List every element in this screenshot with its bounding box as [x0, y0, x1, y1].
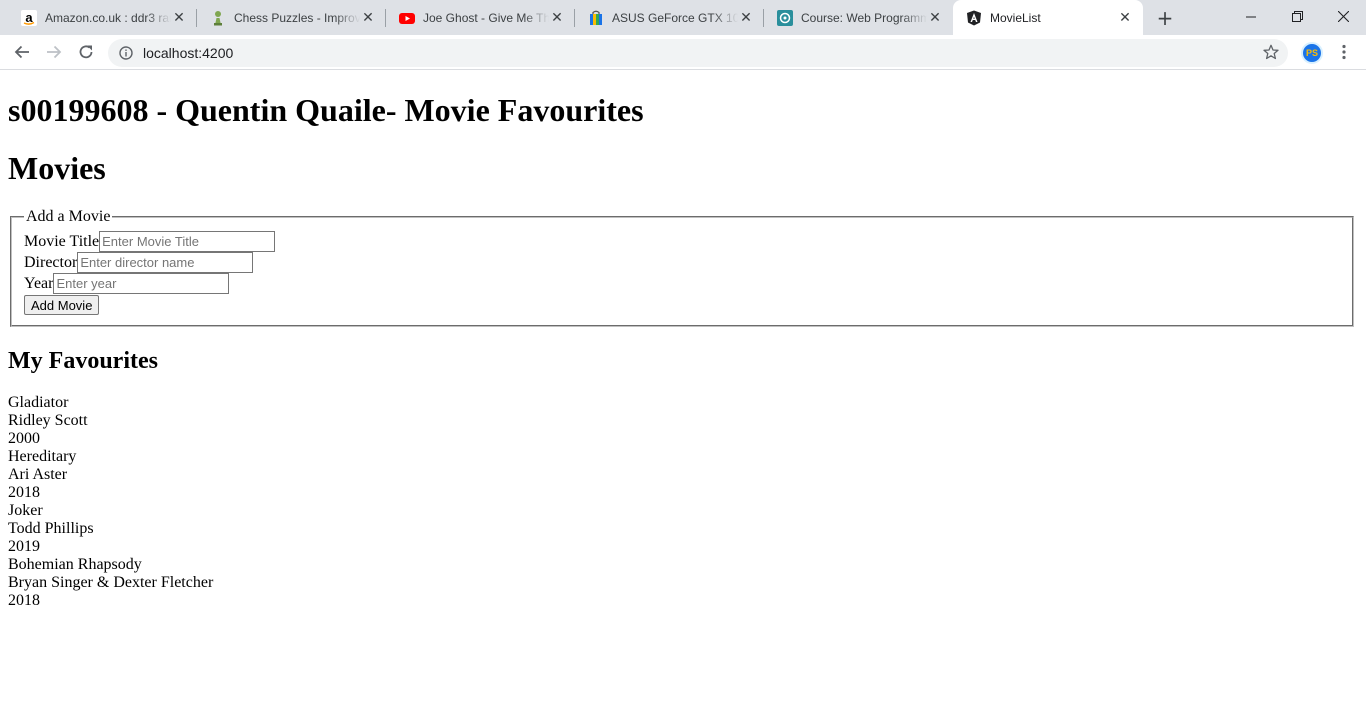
tab-title: Joe Ghost - Give Me That: [423, 10, 549, 25]
tab-amazon[interactable]: a Amazon.co.uk : ddr3 ram ✕: [8, 0, 197, 35]
restore-button[interactable]: [1274, 0, 1320, 33]
close-icon: [1337, 11, 1349, 22]
browser-toolbar: localhost:4200 PS: [0, 35, 1366, 70]
reload-icon: [79, 45, 93, 59]
tab-title: ASUS GeForce GTX 1050: [612, 10, 738, 25]
movie-title: Hereditary: [8, 448, 77, 465]
minimize-icon: [1246, 16, 1256, 17]
movie-title-input[interactable]: [99, 231, 276, 252]
director-label: Director: [24, 253, 78, 271]
year-row: Year: [24, 273, 1340, 294]
reload-button[interactable]: [74, 40, 98, 64]
year-input[interactable]: [53, 273, 230, 294]
youtube-icon: [399, 10, 415, 26]
info-icon[interactable]: [118, 45, 134, 61]
tab-title: Chess Puzzles - Improve: [234, 10, 360, 25]
close-icon[interactable]: ✕: [1117, 9, 1133, 26]
page-content: s00199608 - Quentin Quaile- Movie Favour…: [0, 92, 1366, 610]
back-button[interactable]: [10, 40, 34, 64]
movie-year: 2019: [8, 538, 40, 555]
arrow-right-icon: [47, 45, 62, 59]
tab-movielist[interactable]: MovieList ✕: [953, 0, 1143, 35]
shopping-bag-icon: [588, 10, 604, 26]
director-input[interactable]: [77, 252, 254, 273]
tab-course[interactable]: Course: Web Programming ✕: [764, 0, 953, 35]
tab-asus[interactable]: ASUS GeForce GTX 1050 ✕: [575, 0, 764, 35]
title-row: Movie Title: [24, 231, 1340, 252]
form-legend: Add a Movie: [26, 208, 111, 225]
amazon-icon: a: [21, 9, 37, 26]
close-icon[interactable]: ✕: [360, 9, 376, 26]
movie-director: Bryan Singer & Dexter Fletcher: [8, 574, 214, 591]
tab-youtube[interactable]: Joe Ghost - Give Me That ✕: [386, 0, 575, 35]
favourites-title: My Favourites: [8, 348, 158, 374]
movie-director: Ridley Scott: [8, 412, 88, 429]
tab-title: Amazon.co.uk : ddr3 ram: [45, 10, 171, 25]
section-title: Movies: [8, 150, 106, 186]
tab-strip: a Amazon.co.uk : ddr3 ram ✕ Chess Puzzle…: [0, 0, 1366, 35]
close-icon[interactable]: ✕: [549, 9, 565, 26]
close-icon[interactable]: ✕: [927, 9, 943, 26]
add-movie-button[interactable]: Add Movie: [24, 295, 100, 315]
close-window-button[interactable]: [1320, 0, 1366, 33]
movie-title: Gladiator: [8, 394, 69, 411]
tab-title: Course: Web Programming: [801, 10, 927, 25]
year-label: Year: [24, 274, 54, 292]
arrow-left-icon: [14, 45, 29, 59]
list-item: Joker Todd Phillips 2019: [8, 502, 1356, 556]
tab-title: MovieList: [990, 10, 1041, 25]
close-icon[interactable]: ✕: [738, 9, 754, 26]
director-row: Director: [24, 252, 1340, 273]
add-movie-form: Add a Movie Movie Title Director Year Ad…: [10, 208, 1354, 327]
movie-list: Gladiator Ridley Scott 2000 Hereditary A…: [8, 394, 1356, 610]
movie-title-label: Movie Title: [24, 232, 100, 250]
minimize-button[interactable]: [1228, 0, 1274, 33]
angular-icon: [966, 10, 982, 26]
profile-avatar[interactable]: PS: [1301, 42, 1323, 64]
address-bar[interactable]: localhost:4200: [108, 39, 1288, 67]
movie-year: 2000: [8, 430, 40, 447]
chess-pawn-icon: [210, 10, 226, 26]
menu-dots-icon[interactable]: [1335, 43, 1353, 61]
movie-year: 2018: [8, 592, 40, 609]
movie-director: Ari Aster: [8, 466, 68, 483]
url-text[interactable]: localhost:4200: [143, 45, 233, 61]
restore-icon: [1291, 11, 1303, 22]
page-heading: s00199608 - Quentin Quaile- Movie Favour…: [8, 92, 644, 128]
list-item: Gladiator Ridley Scott 2000: [8, 394, 1356, 448]
list-item: Bohemian Rhapsody Bryan Singer & Dexter …: [8, 556, 1356, 610]
movie-director: Todd Phillips: [8, 520, 94, 537]
movie-year: 2018: [8, 484, 40, 501]
movie-title: Joker: [8, 502, 43, 519]
bookmark-star-icon[interactable]: [1262, 43, 1280, 61]
tab-chess[interactable]: Chess Puzzles - Improve ✕: [197, 0, 386, 35]
moodle-icon: [777, 9, 793, 26]
close-icon[interactable]: ✕: [171, 9, 187, 26]
movie-title: Bohemian Rhapsody: [8, 556, 142, 573]
list-item: Hereditary Ari Aster 2018: [8, 448, 1356, 502]
new-tab-button[interactable]: +: [1152, 5, 1178, 31]
forward-button[interactable]: [42, 40, 66, 64]
